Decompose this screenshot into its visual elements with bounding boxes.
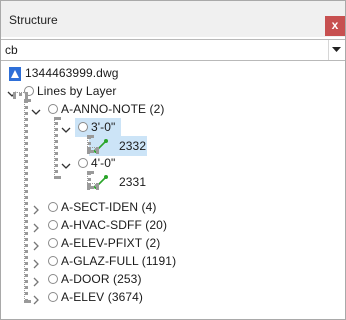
group-label: 4'-0" — [91, 156, 116, 170]
chevron-right-icon[interactable] — [31, 203, 41, 215]
layer-label: A-SECT-IDEN (4) — [61, 200, 157, 214]
filter-input[interactable]: cb — [5, 43, 18, 57]
dropdown-arrow-icon[interactable] — [328, 40, 345, 60]
group-label: 3'-0" — [91, 120, 116, 134]
tree-connector — [54, 117, 58, 179]
chevron-right-icon[interactable] — [31, 275, 41, 287]
layer-label: A-GLAZ-FULL (1191) — [61, 254, 177, 268]
tree-connector — [87, 183, 99, 187]
close-button[interactable]: x — [325, 16, 345, 36]
item-label: 2331 — [119, 175, 147, 189]
root-label: Lines by Layer — [37, 84, 117, 98]
item-label: 2332 — [119, 139, 147, 153]
chevron-down-icon[interactable] — [31, 105, 41, 115]
layer-label: A-DOOR (253) — [61, 272, 142, 286]
chevron-down-icon[interactable] — [61, 159, 71, 169]
layer-circle-icon — [48, 256, 58, 266]
layer-tree: 1344463999.dwg Lines by Layer A-ANNO-NOT… — [1, 59, 345, 319]
layer-circle-icon — [48, 202, 58, 212]
layer-label: A-ANNO-NOTE (2) — [61, 102, 165, 116]
layer-circle-icon — [48, 104, 58, 114]
tree-connector — [13, 92, 28, 96]
chevron-right-icon[interactable] — [31, 257, 41, 269]
group-circle-icon — [78, 158, 88, 168]
chevron-right-icon[interactable] — [31, 239, 41, 251]
chevron-down-icon[interactable] — [61, 123, 71, 133]
group-circle-icon — [78, 122, 88, 132]
layer-label: A-ELEV-PFIXT (2) — [61, 236, 161, 250]
panel-title: Structure — [9, 13, 58, 27]
tree-connector — [87, 147, 99, 151]
layer-label: A-ELEV (3674) — [61, 290, 144, 304]
filter-combobox[interactable]: cb — [1, 39, 345, 61]
layer-circle-icon — [48, 238, 58, 248]
tree-connector — [24, 99, 28, 303]
file-label: 1344463999.dwg — [25, 66, 119, 80]
dwg-file-icon — [9, 67, 21, 86]
chevron-right-icon[interactable] — [31, 293, 41, 305]
layer-circle-icon — [48, 274, 58, 284]
layer-circle-icon — [48, 220, 58, 230]
layer-circle-icon — [48, 292, 58, 302]
chevron-right-icon[interactable] — [31, 221, 41, 233]
panel-titlebar: Structure x — [1, 1, 345, 37]
layer-label: A-HVAC-SDFF (20) — [61, 218, 168, 232]
structure-panel: Structure x cb 1344463999.dwg Lines by L… — [0, 0, 346, 320]
